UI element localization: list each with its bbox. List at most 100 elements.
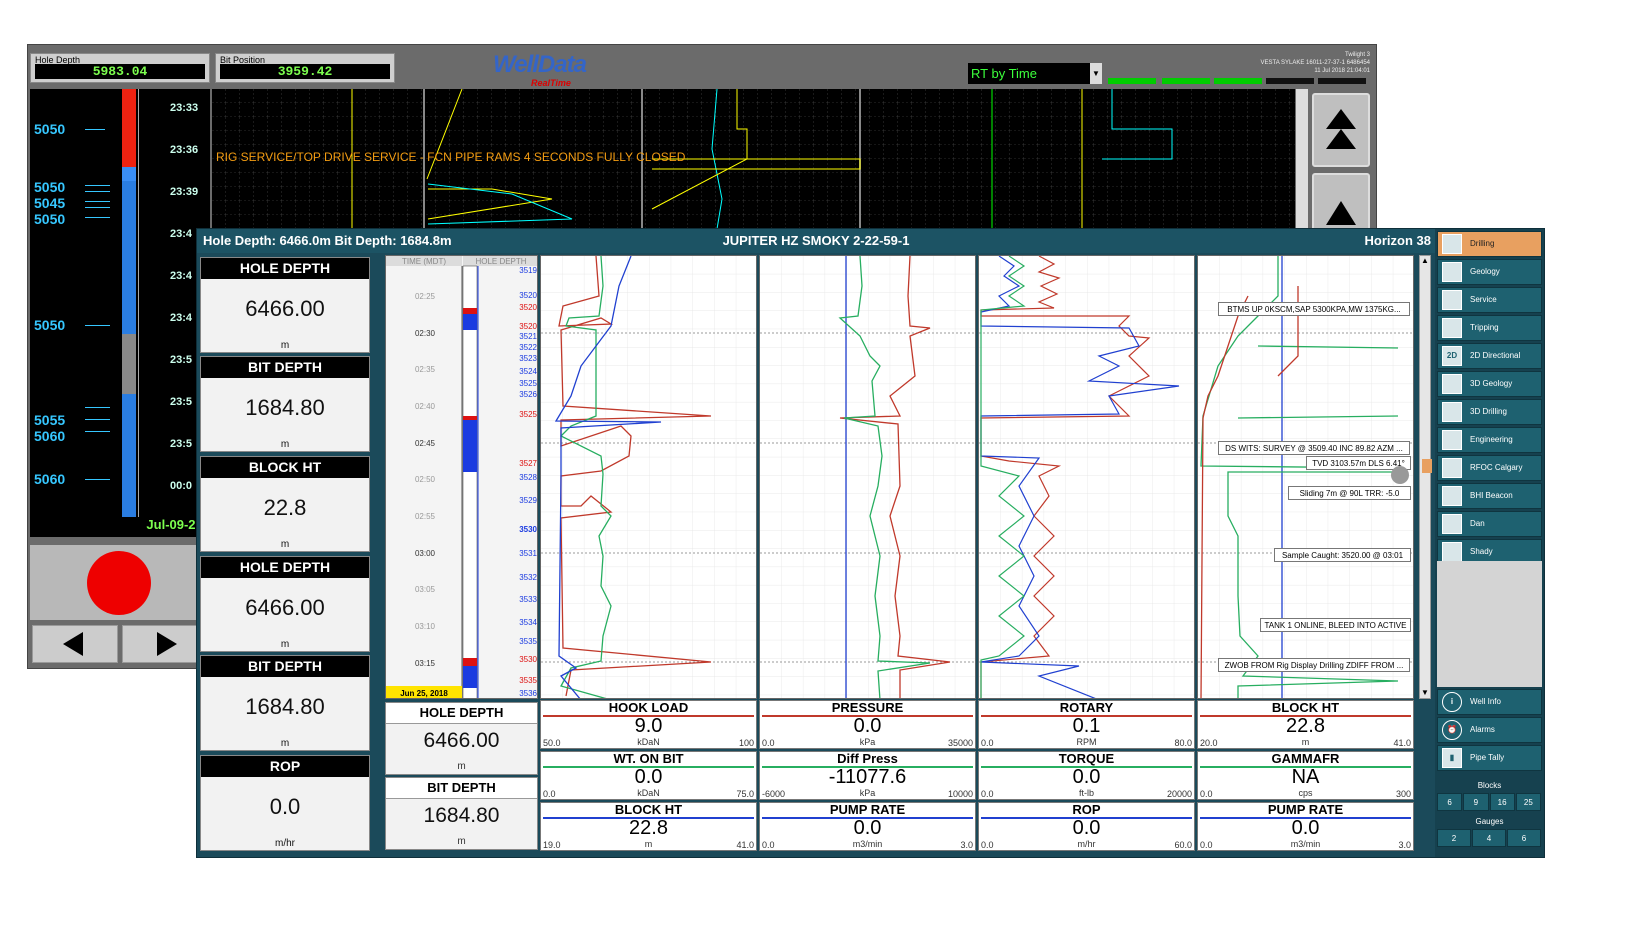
bottom-label: HOLE DEPTH xyxy=(386,703,537,724)
readout-gammafr[interactable]: GAMMAFR NA cps 0.0 300 xyxy=(1197,751,1414,800)
sidebar-item-rfoc-calgary[interactable]: RFOC Calgary xyxy=(1437,455,1542,481)
comment[interactable]: Sample Caught: 3520.00 @ 03:01 xyxy=(1274,548,1411,562)
track-hookload xyxy=(540,255,757,699)
gauge-unit: m xyxy=(280,738,290,749)
track-hookload-svg xyxy=(541,256,756,698)
readout-torque[interactable]: TORQUE 0.0 ft-lb 0.0 20000 xyxy=(978,751,1195,800)
sidebar-item-well-info[interactable]: i Well Info xyxy=(1437,689,1542,715)
readout-label: TORQUE xyxy=(1058,751,1115,766)
sidebar-item-geology[interactable]: Geology xyxy=(1437,259,1542,285)
sidebar-item-alarms[interactable]: ⏰ Alarms xyxy=(1437,717,1542,743)
depth-tick: 3522 xyxy=(519,343,537,352)
bit-track-mark xyxy=(122,167,136,181)
readout-diff-press[interactable]: Diff Press -11077.6 kPa -6000 10000 xyxy=(759,751,976,800)
nov-logo xyxy=(30,545,205,620)
readout-value: -11077.6 xyxy=(828,766,907,788)
gauge-label: HOLE DEPTH xyxy=(201,557,369,578)
sidebar-item-drilling[interactable]: Drilling xyxy=(1437,231,1542,257)
time-ticks: 02:25 02:30 02:35 02:40 02:45 02:50 02:5… xyxy=(415,292,436,668)
status-bar-2 xyxy=(1162,78,1210,84)
comment[interactable]: TANK 1 ONLINE, BLEED INTO ACTIVE xyxy=(1260,618,1411,632)
sidebar-item-bhi-beacon[interactable]: BHI Beacon xyxy=(1437,483,1542,509)
readout-wt-on-bit[interactable]: WT. ON BIT 0.0 kDaN 0.0 75.0 xyxy=(540,751,757,800)
gauges-option[interactable]: 2 xyxy=(1437,829,1471,847)
comment[interactable]: Sliding 7m @ 90L TRR: -5.0 xyxy=(1288,486,1411,500)
readout-pressure[interactable]: PRESSURE 0.0 kPa 0.0 35000 xyxy=(759,700,976,749)
readout-value: 0.1 xyxy=(1072,715,1101,737)
scroll-top-button[interactable] xyxy=(1312,93,1370,167)
bottom-hole-depth[interactable]: HOLE DEPTH 6466.00 m xyxy=(385,702,538,775)
readout-value: 0.0 xyxy=(853,817,882,839)
blocks-option[interactable]: 6 xyxy=(1437,793,1463,811)
gauge-hole-depth[interactable]: HOLE DEPTH 6466.00 m xyxy=(200,257,370,353)
depth-tick: 3524 xyxy=(519,367,537,376)
depth-tick: 3529 xyxy=(519,496,537,505)
sidebar-item-label: BHI Beacon xyxy=(1470,491,1513,500)
well-name: JUPITER HZ SMOKY 2-22-59-1 xyxy=(722,233,910,248)
readout-label: ROTARY xyxy=(1059,700,1114,715)
track-rotary xyxy=(978,255,1195,699)
depth-tick xyxy=(85,419,110,420)
depth-label: 5060 xyxy=(34,471,66,487)
previous-button[interactable] xyxy=(32,625,118,663)
readout-unit: kPa xyxy=(859,788,876,798)
bit-track-red xyxy=(122,89,136,167)
comment[interactable]: DS WITS: SURVEY @ 3509.40 INC 89.82 AZM … xyxy=(1218,441,1410,455)
readout-rop[interactable]: ROP 0.0 m/hr 0.0 60.0 xyxy=(978,802,1195,851)
readout-hook-load[interactable]: HOOK LOAD 9.0 kDaN 50.0 100 xyxy=(540,700,757,749)
comment[interactable]: ZWOB FROM Rig Display Drilling ZDIFF FRO… xyxy=(1218,658,1410,672)
readout-label: BLOCK HT xyxy=(614,802,683,817)
view-select[interactable]: RT by Time ▼ xyxy=(968,63,1102,84)
readout-value: 0.0 xyxy=(1072,766,1101,788)
bottom-bit-depth[interactable]: BIT DEPTH 1684.80 m xyxy=(385,777,538,850)
blocks-option[interactable]: 16 xyxy=(1489,793,1515,811)
depth-tick: 3534 xyxy=(519,618,537,627)
readout-pump-rate[interactable]: PUMP RATE 0.0 m3/min 0.0 3.0 xyxy=(759,802,976,851)
chevron-down-icon[interactable]: ▼ xyxy=(1090,63,1102,84)
gauges-option[interactable]: 6 xyxy=(1507,829,1541,847)
time-label: 23:36 xyxy=(170,144,199,156)
readout-block-ht[interactable]: BLOCK HT 22.8 m 19.0 41.0 xyxy=(540,802,757,851)
chevron-down-icon[interactable]: ▼ xyxy=(1420,688,1430,698)
readout-value: 22.8 xyxy=(629,817,668,839)
chevron-up-icon[interactable]: ▲ xyxy=(1420,256,1430,266)
gauge-rop[interactable]: ROP 0.0 m/hr xyxy=(200,755,370,851)
sidebar-item-service[interactable]: Service xyxy=(1437,287,1542,313)
plot-scrollbar[interactable]: ▲ ▼ xyxy=(1419,255,1431,699)
readout-label: ROP xyxy=(1072,802,1101,817)
gauges-option[interactable]: 4 xyxy=(1472,829,1506,847)
gauge-hole-depth-2[interactable]: HOLE DEPTH 6466.00 m xyxy=(200,556,370,652)
readout-pump-rate[interactable]: PUMP RATE 0.0 m3/min 0.0 3.0 xyxy=(1197,802,1414,851)
time-label: 23:4 xyxy=(170,312,193,324)
sidebar-item-3d-geology[interactable]: 3D Geology xyxy=(1437,371,1542,397)
sidebar-item-label: 3D Geology xyxy=(1470,379,1513,388)
sidebar-item-dan[interactable]: Dan xyxy=(1437,511,1542,537)
background-scrollbar[interactable] xyxy=(1296,89,1308,229)
depth-label: 5050 xyxy=(34,179,66,195)
blocks-option[interactable]: 25 xyxy=(1515,793,1541,811)
gauge-block-ht[interactable]: BLOCK HT 22.8 m xyxy=(200,456,370,552)
depth-log-track: 5050 5050 5045 5050 5050 5055 5060 5060 … xyxy=(30,89,210,537)
background-log-grid: RIG SERVICE/TOP DRIVE SERVICE - FCN PIPE… xyxy=(212,88,1295,230)
sidebar-item-label: Drilling xyxy=(1470,239,1495,248)
readout-min: 0.0 xyxy=(981,738,994,748)
readout-block-ht[interactable]: BLOCK HT 22.8 m 20.0 41.0 xyxy=(1197,700,1414,749)
readout-unit: kPa xyxy=(859,737,876,747)
gauge-bit-depth[interactable]: BIT DEPTH 1684.80 m xyxy=(200,356,370,452)
sidebar-item-3d-drilling[interactable]: 3D Drilling xyxy=(1437,399,1542,425)
blocks-option[interactable]: 9 xyxy=(1463,793,1489,811)
sidebar-item-pipe-tally[interactable]: ▮ Pipe Tally xyxy=(1437,745,1542,771)
sidebar-item-label: 2D Directional xyxy=(1470,351,1521,360)
play-icon[interactable] xyxy=(1391,466,1409,484)
depth-tick: 3523 xyxy=(519,354,537,363)
comment[interactable]: BTMS UP 0KSCM,SAP 5300KPA,MW 1375KG... xyxy=(1218,302,1410,316)
hole-depth-value: 5983.04 xyxy=(35,64,205,79)
sidebar-item-tripping[interactable]: Tripping xyxy=(1437,315,1542,341)
sidebar-item-engineering[interactable]: Engineering xyxy=(1437,427,1542,453)
readout-rotary[interactable]: ROTARY 0.1 RPM 0.0 80.0 xyxy=(978,700,1195,749)
sidebar-item-2d-directional[interactable]: 2D 2D Directional xyxy=(1437,343,1542,369)
time-tick: 02:45 xyxy=(415,439,436,448)
gauge-bit-depth-2[interactable]: BIT DEPTH 1684.80 m xyxy=(200,655,370,751)
readout-max: 100 xyxy=(738,738,754,748)
layout-icon xyxy=(1442,458,1462,478)
